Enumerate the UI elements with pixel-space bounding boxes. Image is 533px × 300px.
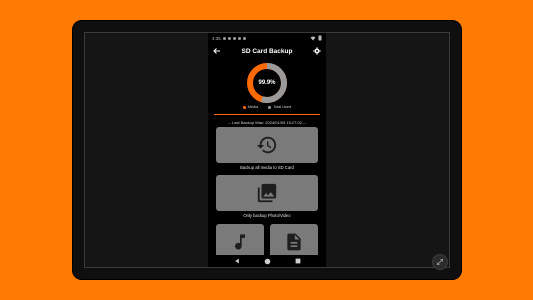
system-nav-bar (208, 255, 326, 267)
notification-dot-icon (227, 36, 231, 40)
status-left: 4:35 (212, 36, 246, 41)
status-bar: 4:35 (208, 33, 326, 43)
gear-icon[interactable] (313, 47, 321, 55)
backup-all-button[interactable] (216, 127, 318, 163)
photo-video-label: Only backup Photo/Video (243, 213, 291, 218)
music-note-icon (235, 234, 245, 250)
back-arrow-icon[interactable] (213, 47, 221, 55)
notification-dot-icon (237, 36, 241, 40)
tablet-screen: 4:35 SD Card Backup 99.9% Media Total Us… (84, 32, 450, 268)
notification-dot-icon (222, 36, 226, 40)
restore-history-icon (256, 136, 277, 154)
nav-home-icon[interactable] (264, 258, 271, 265)
photo-library-icon (257, 183, 277, 203)
document-icon (287, 233, 301, 251)
tablet-frame: 4:35 SD Card Backup 99.9% Media Total Us… (72, 20, 462, 280)
photo-video-button[interactable] (216, 175, 318, 211)
notification-dot-icon (232, 36, 236, 40)
notification-dot-icon (242, 36, 246, 40)
storage-ring: 99.9% (208, 59, 326, 107)
backup-all-label: Backup all media to SD Card (240, 165, 294, 170)
page-title: SD Card Backup (241, 47, 293, 55)
rotate-icon (437, 259, 443, 265)
nav-recents-icon[interactable] (295, 258, 301, 264)
nav-back-icon[interactable] (234, 258, 240, 264)
app-header: SD Card Backup (208, 43, 326, 59)
app-window: 4:35 SD Card Backup 99.9% Media Total Us… (208, 33, 326, 267)
rotate-toggle-button[interactable] (432, 254, 448, 270)
status-time: 4:35 (212, 35, 221, 41)
last-backup-text: -- Last Backup Was: 2024/01/09 15:27:02 … (228, 120, 306, 125)
status-right (310, 35, 322, 41)
storage-percent-label: 99.9% (258, 80, 276, 86)
section-divider (214, 114, 320, 115)
battery-icon (318, 35, 322, 41)
wifi-icon (310, 36, 316, 40)
